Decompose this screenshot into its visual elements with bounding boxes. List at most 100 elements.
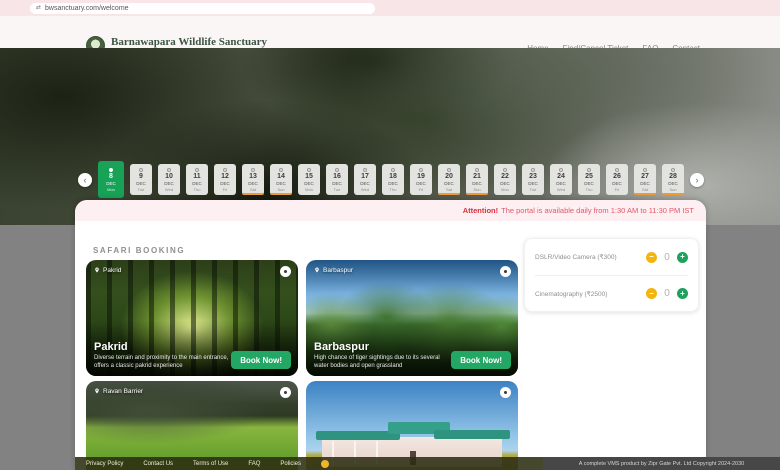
date-weekday: Thu: [194, 188, 201, 192]
date-number: 21: [473, 173, 481, 180]
notice-message: The portal is available daily from 1:30 …: [501, 206, 694, 215]
footer-link-faq[interactable]: FAQ: [248, 461, 260, 467]
date-tile[interactable]: 28 DEC Sun: [662, 164, 684, 195]
date-tile[interactable]: 12 DEC Fri: [214, 164, 236, 195]
radio-icon: [671, 168, 675, 172]
date-tile[interactable]: 13 DEC Sat: [242, 164, 264, 195]
date-weekday: Mon: [501, 188, 509, 192]
date-tile[interactable]: 24 DEC Wed: [550, 164, 572, 195]
date-number: 17: [361, 173, 369, 180]
radio-icon: [335, 168, 339, 172]
addon-row-cinematography: Cinematography (₹2500) − 0 +: [535, 275, 688, 311]
date-month: DEC: [106, 182, 116, 187]
plus-button[interactable]: +: [677, 288, 688, 299]
radio-icon: [363, 168, 367, 172]
radio-icon: [559, 168, 563, 172]
date-tile[interactable]: 18 DEC Thu: [382, 164, 404, 195]
date-tile[interactable]: 25 DEC Thu: [578, 164, 600, 195]
quantity-value: 0: [657, 252, 677, 263]
date-weekday: Wed: [165, 188, 173, 192]
date-tile[interactable]: 8 DEC Mon: [98, 161, 124, 198]
date-number: 10: [165, 173, 173, 180]
reload-icon[interactable]: ⇄: [36, 5, 41, 11]
date-weekday: Sun: [669, 188, 676, 192]
book-now-button[interactable]: Book Now!: [231, 351, 291, 369]
date-number: 20: [445, 173, 453, 180]
date-number: 23: [529, 173, 537, 180]
footer-link-privacy-policy[interactable]: Privacy Policy: [86, 461, 123, 467]
date-month: DEC: [472, 182, 482, 187]
date-month: DEC: [500, 182, 510, 187]
footer-link-contact-us[interactable]: Contact Us: [143, 461, 173, 467]
radio-icon: [167, 168, 171, 172]
radio-icon: [447, 168, 451, 172]
date-tile[interactable]: 22 DEC Mon: [494, 164, 516, 195]
info-icon[interactable]: [500, 266, 511, 277]
zone-description: High chance of tiger sightings due to it…: [314, 354, 452, 370]
minus-button[interactable]: −: [646, 288, 657, 299]
date-month: DEC: [388, 182, 398, 187]
radio-icon: [195, 168, 199, 172]
zone-card-pakrid: Pakrid Pakrid Diverse terrain and proxim…: [86, 260, 298, 376]
date-tile[interactable]: 27 DEC Sat: [634, 164, 656, 195]
plus-button[interactable]: +: [677, 252, 688, 263]
addon-label: DSLR/Video Camera (₹300): [535, 253, 646, 261]
date-tile[interactable]: 20 DEC Sat: [438, 164, 460, 195]
chevron-left-icon[interactable]: ‹: [78, 173, 92, 187]
date-number: 11: [193, 173, 200, 180]
date-tile[interactable]: 14 DEC Sun: [270, 164, 292, 195]
date-month: DEC: [444, 182, 454, 187]
site-header: Barnawapara Wildlife Sanctuary Barnawapa…: [0, 16, 780, 48]
map-pin-icon: [94, 387, 100, 395]
zone-card-barbaspur: Barbaspur Barbaspur High chance of tiger…: [306, 260, 518, 376]
date-weekday: Wed: [361, 188, 369, 192]
info-icon[interactable]: [280, 387, 291, 398]
date-tile[interactable]: 15 DEC Mon: [298, 164, 320, 195]
date-month: DEC: [220, 182, 230, 187]
date-tile[interactable]: 9 DEC Tue: [130, 164, 152, 195]
date-weekday: Sun: [277, 188, 284, 192]
date-tile[interactable]: 21 DEC Sun: [466, 164, 488, 195]
date-tile[interactable]: 16 DEC Tue: [326, 164, 348, 195]
info-icon[interactable]: [280, 266, 291, 277]
date-tile[interactable]: 10 DEC Wed: [158, 164, 180, 195]
footer-link-policies[interactable]: Policies: [280, 461, 301, 467]
date-number: 19: [417, 173, 425, 180]
book-now-button[interactable]: Book Now!: [451, 351, 511, 369]
footer-link-terms-of-use[interactable]: Terms of Use: [193, 461, 228, 467]
url-text: bwsanctuary.com/welcome: [45, 5, 129, 12]
date-tile[interactable]: 23 DEC Tue: [522, 164, 544, 195]
date-tile[interactable]: 19 DEC Fri: [410, 164, 432, 195]
zone-chip-label: Pakrid: [103, 267, 121, 274]
radio-icon: [307, 168, 311, 172]
zone-chip-label: Ravan Barrier: [103, 388, 143, 395]
date-month: DEC: [360, 182, 370, 187]
date-weekday: Sat: [642, 188, 648, 192]
address-bar[interactable]: ⇄ bwsanctuary.com/welcome: [30, 3, 375, 14]
date-weekday: Thu: [586, 188, 593, 192]
info-icon[interactable]: [500, 387, 511, 398]
copyright-bar: A complete VMS product by Zipr Gate Pvt.…: [543, 457, 780, 470]
addons-panel: DSLR/Video Camera (₹300) − 0 + Cinematog…: [524, 238, 699, 312]
date-tile[interactable]: 26 DEC Fri: [606, 164, 628, 195]
radio-icon: [531, 168, 535, 172]
date-number: 22: [501, 173, 509, 180]
date-tile[interactable]: 17 DEC Wed: [354, 164, 376, 195]
date-tile[interactable]: 11 DEC Thu: [186, 164, 208, 195]
date-weekday: Tue: [138, 188, 145, 192]
main-panel: Attention! The portal is available daily…: [75, 200, 706, 470]
map-pin-icon: [314, 266, 320, 274]
date-month: DEC: [276, 182, 286, 187]
date-weekday: Mon: [305, 188, 313, 192]
site-title: Barnawapara Wildlife Sanctuary: [111, 36, 267, 49]
date-weekday: Tue: [334, 188, 341, 192]
radio-icon: [587, 168, 591, 172]
help-icon[interactable]: [321, 460, 329, 468]
radio-icon: [391, 168, 395, 172]
hero-forest-image: [0, 48, 780, 225]
minus-button[interactable]: −: [646, 252, 657, 263]
radio-icon: [503, 168, 507, 172]
lodge-roof: [434, 430, 510, 439]
chevron-right-icon[interactable]: ›: [690, 173, 704, 187]
date-month: DEC: [528, 182, 538, 187]
